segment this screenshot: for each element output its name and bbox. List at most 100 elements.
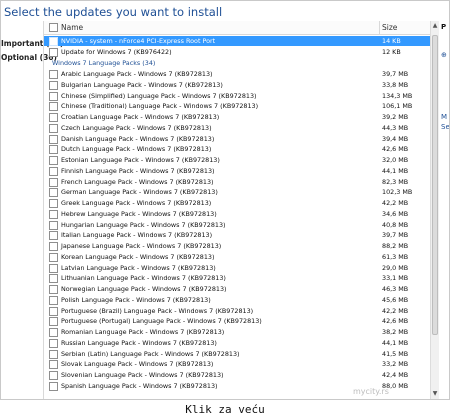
row-checkbox[interactable] [49, 209, 58, 219]
language-pack-row[interactable]: Portuguese (Portugal) Language Pack - Wi… [44, 316, 431, 327]
language-pack-row[interactable]: Slovak Language Pack - Windows 7 (KB9728… [44, 359, 431, 370]
language-pack-row[interactable]: Czech Language Pack - Windows 7 (KB97281… [44, 123, 431, 133]
update-row[interactable]: Update for Windows 7 (KB976422) 12 KB [44, 47, 431, 57]
row-checkbox[interactable] [49, 252, 58, 262]
language-pack-row[interactable]: Slovenian Language Pack - Windows 7 (KB9… [44, 370, 431, 380]
language-pack-row[interactable]: Dutch Language Pack - Windows 7 (KB97281… [44, 144, 431, 155]
language-pack-row[interactable]: Danish Language Pack - Windows 7 (KB9728… [44, 134, 431, 144]
language-pack-row[interactable]: German Language Pack - Windows 7 (KB9728… [44, 187, 431, 198]
column-divider[interactable] [379, 21, 380, 34]
language-pack-row[interactable]: Russian Language Pack - Windows 7 (KB972… [44, 338, 431, 348]
details-link-send[interactable]: Se [441, 123, 449, 131]
category-optional[interactable]: Optional (36) [1, 51, 57, 65]
update-size: 88,2 MB [382, 242, 409, 250]
row-checkbox[interactable] [49, 156, 58, 165]
row-checkbox[interactable] [49, 48, 58, 57]
row-checkbox[interactable] [49, 242, 58, 251]
language-pack-row[interactable]: Japanese Language Pack - Windows 7 (KB97… [44, 241, 431, 251]
update-dialog: Select the updates you want to install I… [0, 0, 450, 400]
language-pack-row[interactable]: Portuguese (Brazil) Language Pack - Wind… [44, 306, 431, 316]
row-checkbox[interactable] [49, 285, 58, 294]
column-header-name[interactable]: Name [61, 23, 83, 32]
update-size: 38,2 MB [382, 328, 409, 336]
column-header-size[interactable]: Size [382, 23, 397, 32]
row-checkbox[interactable] [49, 263, 58, 273]
vertical-scrollbar[interactable]: ▲ ▼ [430, 21, 439, 399]
update-size: 29,0 MB [382, 263, 409, 272]
watermark: mycity.rs [353, 387, 389, 396]
update-size: 33,8 MB [382, 80, 409, 89]
row-checkbox[interactable] [49, 317, 58, 327]
details-link-more[interactable]: M [441, 113, 447, 121]
update-name: German Language Pack - Windows 7 (KB9728… [61, 188, 218, 197]
language-pack-row[interactable]: Hebrew Language Pack - Windows 7 (KB9728… [44, 209, 431, 219]
scroll-up-arrow-icon[interactable]: ▲ [431, 21, 439, 31]
language-pack-row[interactable]: Romanian Language Pack - Windows 7 (KB97… [44, 327, 431, 337]
language-pack-row[interactable]: Arabic Language Pack - Windows 7 (KB9728… [44, 69, 431, 79]
row-checkbox[interactable] [49, 220, 58, 230]
language-pack-row[interactable]: Lithuanian Language Pack - Windows 7 (KB… [44, 273, 431, 284]
update-size: 44,1 MB [382, 338, 409, 347]
row-checkbox[interactable] [49, 102, 58, 112]
update-size: 39,7 MB [382, 231, 409, 240]
select-all-checkbox[interactable] [49, 23, 58, 32]
row-checkbox[interactable] [49, 37, 58, 46]
row-checkbox[interactable] [49, 306, 58, 316]
update-size: 41,5 MB [382, 349, 409, 358]
row-checkbox[interactable] [49, 123, 58, 133]
language-pack-row[interactable]: Korean Language Pack - Windows 7 (KB9728… [44, 252, 431, 262]
row-checkbox[interactable] [49, 360, 58, 370]
row-checkbox[interactable] [49, 349, 58, 359]
row-checkbox[interactable] [49, 328, 58, 337]
row-checkbox[interactable] [49, 145, 58, 155]
enlarge-caption[interactable]: Klik za veću [0, 403, 450, 416]
update-name: Danish Language Pack - Windows 7 (KB9728… [61, 134, 215, 143]
row-checkbox[interactable] [49, 70, 58, 79]
row-checkbox[interactable] [49, 371, 58, 380]
language-pack-row[interactable]: Bulgarian Language Pack - Windows 7 (KB9… [44, 80, 431, 90]
language-pack-row[interactable]: French Language Pack - Windows 7 (KB9728… [44, 177, 431, 187]
row-checkbox[interactable] [49, 134, 58, 144]
row-checkbox[interactable] [49, 338, 58, 348]
row-checkbox[interactable] [49, 274, 58, 284]
language-pack-row[interactable]: Estonian Language Pack - Windows 7 (KB97… [44, 155, 431, 165]
language-pack-row[interactable]: Croatian Language Pack - Windows 7 (KB97… [44, 112, 431, 122]
update-size: 42,6 MB [382, 317, 409, 326]
language-pack-row[interactable]: Latvian Language Pack - Windows 7 (KB972… [44, 263, 431, 273]
row-checkbox[interactable] [49, 381, 58, 391]
update-row[interactable]: NVIDIA - system - nForce4 PCI-Express Ro… [44, 36, 431, 46]
language-pack-row[interactable]: Finnish Language Pack - Windows 7 (KB972… [44, 166, 431, 176]
dialog-title: Select the updates you want to install [4, 5, 223, 19]
category-important[interactable]: Important (27) [1, 37, 63, 51]
update-size: 46,3 MB [382, 285, 409, 293]
row-checkbox[interactable] [49, 199, 58, 208]
update-name: Czech Language Pack - Windows 7 (KB97281… [61, 123, 212, 132]
language-pack-row[interactable]: Norwegian Language Pack - Windows 7 (KB9… [44, 284, 431, 294]
update-name: Slovenian Language Pack - Windows 7 (KB9… [61, 371, 224, 379]
row-checkbox[interactable] [49, 177, 58, 187]
row-checkbox[interactable] [49, 231, 58, 241]
scroll-down-arrow-icon[interactable]: ▼ [431, 389, 439, 399]
row-checkbox[interactable] [49, 113, 58, 122]
language-pack-row[interactable]: Polish Language Pack - Windows 7 (KB9728… [44, 295, 431, 305]
row-checkbox[interactable] [49, 188, 58, 198]
language-pack-row[interactable]: Hungarian Language Pack - Windows 7 (KB9… [44, 220, 431, 230]
list-header: Name Size [44, 21, 431, 35]
update-size: 39,2 MB [382, 113, 409, 121]
language-pack-row[interactable]: Chinese (Simplified) Language Pack - Win… [44, 91, 431, 101]
row-checkbox[interactable] [49, 295, 58, 305]
update-name: Italian Language Pack - Windows 7 (KB972… [61, 231, 213, 240]
language-pack-row[interactable]: Serbian (Latin) Language Pack - Windows … [44, 349, 431, 359]
update-name: Russian Language Pack - Windows 7 (KB972… [61, 338, 217, 347]
row-checkbox[interactable] [49, 166, 58, 176]
scroll-thumb[interactable] [432, 35, 438, 335]
language-pack-row[interactable]: Greek Language Pack - Windows 7 (KB97281… [44, 198, 431, 208]
language-pack-row[interactable]: Chinese (Traditional) Language Pack - Wi… [44, 101, 431, 112]
update-name: Estonian Language Pack - Windows 7 (KB97… [61, 156, 220, 164]
language-pack-row[interactable]: Italian Language Pack - Windows 7 (KB972… [44, 230, 431, 241]
row-checkbox[interactable] [49, 80, 58, 90]
group-header[interactable]: Windows 7 Language Packs (34) [52, 59, 155, 67]
update-size: 42,2 MB [382, 199, 409, 207]
row-checkbox[interactable] [49, 91, 58, 101]
update-size: 33,2 MB [382, 360, 409, 369]
